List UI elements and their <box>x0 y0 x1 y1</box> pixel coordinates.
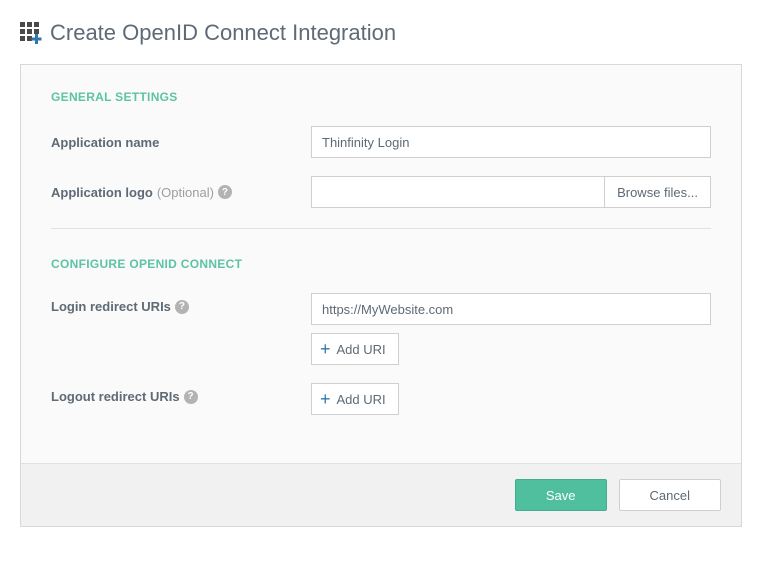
oidc-section-title: CONFIGURE OPENID CONNECT <box>51 257 711 271</box>
app-name-input[interactable] <box>311 126 711 158</box>
app-name-field-col <box>311 126 711 158</box>
login-uri-field-col: + Add URI <box>311 293 711 365</box>
help-icon[interactable]: ? <box>218 185 232 199</box>
logout-uri-field-col: + Add URI <box>311 383 711 415</box>
cancel-button[interactable]: Cancel <box>619 479 721 511</box>
add-uri-label: Add URI <box>337 392 386 407</box>
login-uri-label: Login redirect URIs ? <box>51 293 311 314</box>
form-card: GENERAL SETTINGS Application name Applic… <box>20 64 742 527</box>
app-name-row: Application name <box>51 126 711 158</box>
login-redirect-uri-input[interactable] <box>311 293 711 325</box>
page-header: Create OpenID Connect Integration <box>20 20 742 46</box>
add-login-uri-button[interactable]: + Add URI <box>311 333 399 365</box>
help-icon[interactable]: ? <box>175 300 189 314</box>
general-section-title: GENERAL SETTINGS <box>51 90 711 104</box>
section-divider <box>51 228 711 229</box>
app-logo-optional-text: (Optional) <box>157 185 214 200</box>
app-grid-plus-icon <box>20 22 42 44</box>
save-button[interactable]: Save <box>515 479 607 511</box>
plus-icon: + <box>320 390 331 408</box>
app-name-label: Application name <box>51 135 311 150</box>
app-logo-row: Application logo (Optional) ? Browse fil… <box>51 176 711 208</box>
app-logo-label-text: Application logo <box>51 185 153 200</box>
add-uri-label: Add URI <box>337 342 386 357</box>
add-logout-uri-button[interactable]: + Add URI <box>311 383 399 415</box>
browse-files-button[interactable]: Browse files... <box>604 176 711 208</box>
logout-uri-label: Logout redirect URIs ? <box>51 383 311 404</box>
card-footer: Save Cancel <box>21 463 741 526</box>
plus-icon: + <box>320 340 331 358</box>
help-icon[interactable]: ? <box>184 390 198 404</box>
logout-uri-row: Logout redirect URIs ? + Add URI <box>51 383 711 415</box>
login-uri-label-text: Login redirect URIs <box>51 299 171 314</box>
logout-uri-label-text: Logout redirect URIs <box>51 389 180 404</box>
login-uri-row: Login redirect URIs ? + Add URI <box>51 293 711 365</box>
app-logo-field-col: Browse files... <box>311 176 711 208</box>
file-input-group: Browse files... <box>311 176 711 208</box>
app-logo-label: Application logo (Optional) ? <box>51 185 311 200</box>
card-body: GENERAL SETTINGS Application name Applic… <box>21 65 741 463</box>
app-name-label-text: Application name <box>51 135 159 150</box>
page-title: Create OpenID Connect Integration <box>50 20 396 46</box>
app-logo-file-display <box>311 176 604 208</box>
